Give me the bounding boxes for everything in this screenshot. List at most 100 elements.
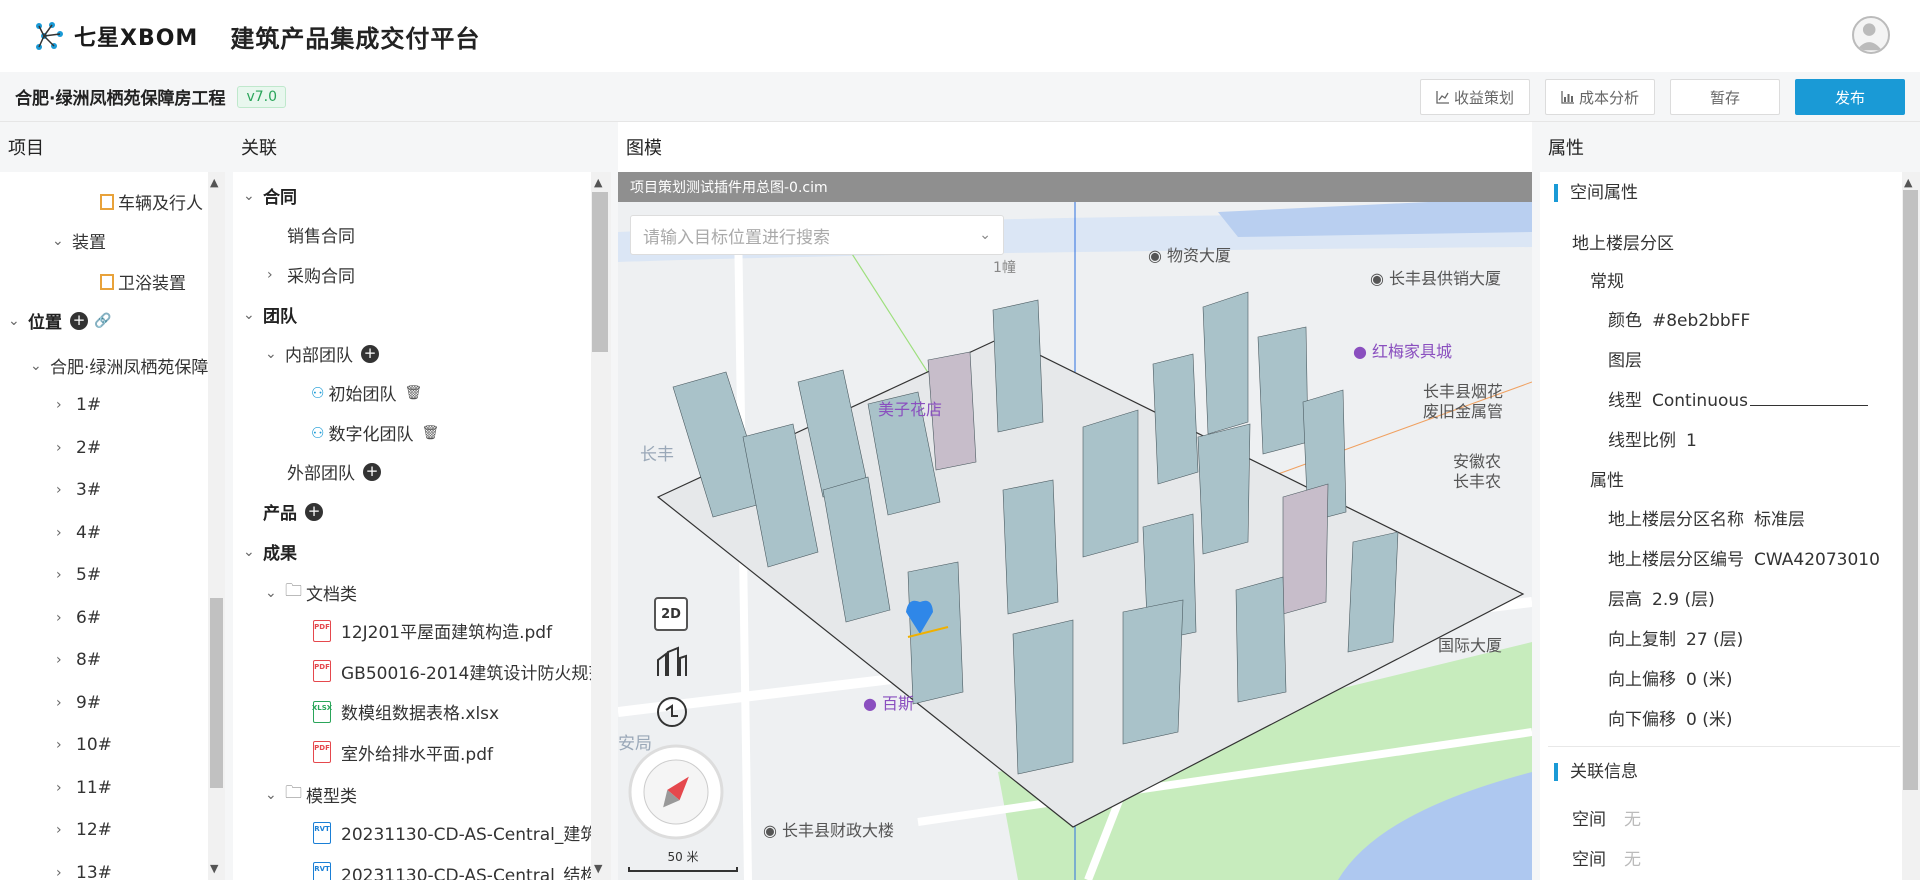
tree-item-team[interactable]: ⌄ 团队 bbox=[243, 302, 297, 328]
add-icon[interactable]: + bbox=[70, 311, 88, 330]
compass-control[interactable] bbox=[626, 742, 726, 842]
tree-item-building[interactable]: › 13# bbox=[56, 863, 112, 880]
scrollbar-thumb[interactable] bbox=[210, 598, 223, 788]
tree-item-building[interactable]: › 5# bbox=[56, 565, 101, 585]
tree-item-sales-contract[interactable]: 销售合同 bbox=[287, 222, 355, 247]
tree-item-label: 合同 bbox=[263, 188, 297, 208]
tree-item-label: 团队 bbox=[263, 307, 297, 327]
view-3d-button[interactable] bbox=[654, 644, 690, 684]
map-label: 美子花店 bbox=[878, 400, 943, 419]
tree-item-location[interactable]: ⌄ 位置 + 🔗 bbox=[8, 308, 111, 333]
logo: 七星XBOM bbox=[34, 20, 198, 52]
divider[interactable] bbox=[1532, 122, 1540, 880]
chevron-down-icon: ⌄ bbox=[30, 357, 42, 374]
file-item[interactable]: PDF GB50016-2014建筑设计防火规范 bbox=[313, 659, 605, 684]
add-icon[interactable]: + bbox=[305, 502, 323, 521]
viewer-file-title: 项目策划测试插件用总图-0.cim bbox=[630, 180, 828, 196]
prop-linetype-ratio: 线型比例 1 bbox=[1608, 431, 1697, 451]
tree-item-building[interactable]: › 1# bbox=[56, 395, 101, 415]
chevron-down-icon: ⌄ bbox=[8, 312, 20, 329]
tree-item-result[interactable]: ⌄ 成果 bbox=[243, 539, 297, 565]
publish-button[interactable]: 发布 bbox=[1795, 79, 1905, 115]
tree-item-internal-team[interactable]: ⌄ 内部团队 + bbox=[265, 341, 379, 366]
chevron-right-icon: › bbox=[56, 482, 62, 498]
location-search-input[interactable]: 请输入目标位置进行搜索 ⌄ bbox=[630, 215, 1004, 255]
tree-item-site[interactable]: ⌄ 合肥·绿洲凤栖苑保障 bbox=[30, 353, 208, 379]
chevron-right-icon: › bbox=[267, 266, 273, 283]
tree-item-label: 11# bbox=[76, 777, 112, 798]
trash-icon[interactable]: 🗑 bbox=[404, 385, 422, 401]
file-item[interactable]: XLSX 数模组数据表格.xlsx bbox=[312, 699, 499, 724]
tree-item-docs[interactable]: ⌄ 🗀 文档类 bbox=[265, 578, 357, 607]
file-item[interactable]: PDF 12J201平屋面建筑构造.pdf bbox=[313, 618, 552, 643]
tree-item-bath[interactable]: 卫浴装置 bbox=[100, 269, 186, 294]
building-icon bbox=[100, 193, 114, 210]
chevron-right-icon: › bbox=[56, 397, 62, 413]
scroll-down-icon[interactable]: ▼ bbox=[594, 862, 602, 875]
scroll-up-icon[interactable]: ▲ bbox=[594, 176, 602, 189]
tree-item-models[interactable]: ⌄ 🗀 模型类 bbox=[265, 780, 357, 809]
tree-item-building[interactable]: › 12# bbox=[56, 820, 112, 840]
prop-space-2: 空间无 bbox=[1572, 850, 1641, 870]
tree-item-building[interactable]: › 3# bbox=[56, 480, 101, 500]
tree-item-label: 9# bbox=[76, 692, 102, 713]
file-item[interactable]: RVT 20231130-CD-AS-Central_建筑 bbox=[313, 820, 597, 845]
tree-item-purchase-contract[interactable]: › 采购合同 bbox=[267, 262, 355, 288]
tree-item-label: 1# bbox=[76, 395, 102, 415]
scroll-up-icon[interactable]: ▲ bbox=[210, 176, 218, 189]
prop-zone-name: 地上楼层分区名称 标准层 bbox=[1608, 510, 1805, 530]
divider[interactable] bbox=[225, 122, 233, 880]
tree-item-building[interactable]: › 11# bbox=[56, 778, 112, 798]
rvt-file-icon: RVT bbox=[313, 821, 331, 844]
trash-icon[interactable]: 🗑 bbox=[421, 425, 439, 441]
revenue-button[interactable]: 收益策划 bbox=[1420, 79, 1530, 115]
scale-label: 50 米 bbox=[667, 850, 699, 864]
tree-item-initial-team[interactable]: ⚇ 初始团队 🗑 bbox=[311, 380, 422, 406]
team-icon: ⚇ bbox=[311, 383, 325, 402]
scroll-down-icon[interactable]: ▼ bbox=[210, 862, 218, 875]
cost-button[interactable]: 成本分析 bbox=[1545, 79, 1655, 115]
scrollbar-thumb[interactable] bbox=[592, 192, 608, 352]
pdf-file-icon: PDF bbox=[313, 660, 331, 682]
model-viewer[interactable]: 项目策划测试插件用总图-0.cim 请输入目标位置进行搜索 ⌄ ◉ 物资大厦 ◉… bbox=[618, 172, 1532, 880]
tree-item-building[interactable]: › 6# bbox=[56, 608, 101, 628]
tree-item-building[interactable]: › 4# bbox=[56, 523, 101, 543]
tree-item-contract[interactable]: ⌄ 合同 bbox=[243, 183, 297, 209]
scroll-up-icon[interactable]: ▲ bbox=[1904, 176, 1912, 189]
add-icon[interactable]: + bbox=[363, 462, 381, 481]
tree-item-product[interactable]: 产品 + bbox=[263, 499, 323, 524]
avatar[interactable] bbox=[1852, 16, 1890, 54]
tree-item-building[interactable]: › 9# bbox=[56, 693, 101, 713]
tree-item-vehicle[interactable]: 车辆及行人 bbox=[100, 189, 203, 214]
view-2d-button[interactable]: 2D bbox=[654, 597, 688, 631]
tree-item-label: 6# bbox=[76, 607, 102, 628]
tree-item-building[interactable]: › 8# bbox=[56, 650, 101, 670]
file-item[interactable]: PDF 室外给排水平面.pdf bbox=[313, 740, 493, 765]
project-tree: 车辆及行人 ⌄ 装置 卫浴装置 ⌄ 位置 + 🔗 ⌄ 合肥·绿洲凤栖苑保障 › 1… bbox=[0, 172, 225, 880]
save-button[interactable]: 暂存 bbox=[1670, 79, 1780, 115]
scale-line bbox=[628, 867, 738, 872]
tree-item-building[interactable]: › 10# bbox=[56, 735, 112, 755]
chevron-right-icon: › bbox=[56, 567, 62, 583]
tree-item-device[interactable]: ⌄ 装置 bbox=[52, 228, 106, 254]
file-item[interactable]: RVT 20231130-CD-AS-Central_结构 bbox=[313, 861, 597, 880]
user-icon bbox=[1856, 23, 1882, 51]
rvt-file-icon: RVT bbox=[313, 862, 331, 880]
pdf-file-icon: PDF bbox=[313, 741, 331, 763]
add-icon[interactable]: + bbox=[361, 344, 379, 363]
chevron-down-icon: ⌄ bbox=[243, 306, 255, 323]
scrollbar-thumb[interactable] bbox=[1903, 190, 1918, 790]
attrs-label: 属性 bbox=[1590, 471, 1624, 491]
divider[interactable] bbox=[611, 122, 618, 880]
folder-icon: 🗀 bbox=[285, 581, 302, 601]
panel-header-model: 图模 bbox=[618, 122, 1532, 172]
prop-color: 颜色 #8eb2bbFF bbox=[1608, 311, 1751, 331]
tree-item-digital-team[interactable]: ⚇ 数字化团队 🗑 bbox=[311, 420, 439, 446]
link-icon[interactable]: 🔗 bbox=[94, 313, 111, 329]
reset-view-button[interactable] bbox=[654, 694, 690, 734]
tree-item-building[interactable]: › 2# bbox=[56, 438, 101, 458]
bar-chart-icon bbox=[1561, 91, 1574, 104]
pdf-file-icon: PDF bbox=[313, 619, 331, 642]
chevron-down-icon: ⌄ bbox=[265, 345, 277, 362]
tree-item-external-team[interactable]: 外部团队 + bbox=[287, 459, 381, 484]
